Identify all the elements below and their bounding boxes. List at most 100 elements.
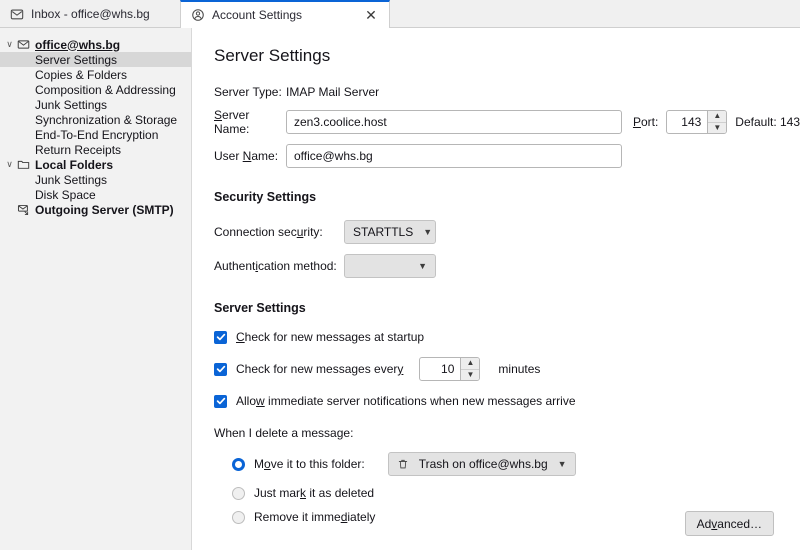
sidebar-item-outgoing-server-label: Outgoing Server (SMTP) [35, 202, 174, 217]
sidebar-item-end-to-end-encryption[interactable]: End-To-End Encryption [0, 127, 191, 142]
trash-folder-value: Trash on office@whs.bg [418, 457, 548, 471]
check-every-checkbox[interactable] [214, 362, 227, 376]
advanced-button-label: Advanced… [696, 516, 762, 531]
chevron-up-icon[interactable]: ▲ [461, 358, 480, 370]
sidebar-item-account-label: office@whs.bg [35, 37, 121, 52]
authentication-method-label: Authentication method: [214, 259, 337, 273]
advanced-button[interactable]: Advanced… [684, 511, 774, 536]
port-stepper[interactable]: 143 ▲ ▼ [666, 110, 728, 134]
sidebar-item-composition-addressing-label: Composition & Addressing [35, 82, 176, 97]
check-interval-value: 10 [441, 362, 455, 376]
close-icon[interactable]: ✕ [363, 7, 379, 23]
check-every-unit-label: minutes [498, 362, 541, 376]
security-settings-heading: Security Settings [214, 190, 317, 204]
sidebar-item-disk-space[interactable]: Disk Space [0, 187, 191, 202]
allow-notifications-checkbox[interactable] [214, 394, 227, 408]
server-name-value: zen3.coolice.host [294, 115, 387, 129]
port-value: 143 [681, 115, 702, 129]
delete-option-mark-radio[interactable] [232, 486, 245, 500]
port-stepper-buttons[interactable]: ▲ ▼ [707, 111, 727, 134]
chevron-up-icon[interactable]: ▲ [708, 111, 727, 123]
trash-folder-select[interactable]: Trash on office@whs.bg ▼ [387, 452, 576, 476]
sidebar-item-local-folders[interactable]: ∨ Local Folders [0, 157, 191, 172]
sidebar-item-copies-folders[interactable]: Copies & Folders [0, 67, 191, 82]
server-type-row: Server Type: IMAP Mail Server [214, 85, 800, 99]
sidebar-item-outgoing-server[interactable]: Outgoing Server (SMTP) [0, 202, 191, 217]
allow-notifications-label: Allow immediate server notifications whe… [236, 394, 576, 408]
delete-option-move-label: Move it to this folder: [254, 457, 365, 471]
sidebar-item-account[interactable]: ∨ office@whs.bg [0, 37, 191, 52]
delete-option-mark-label: Just mark it as deleted [254, 486, 375, 500]
delete-option-move-row[interactable]: Move it to this folder: Trash on office@… [214, 452, 800, 476]
delete-option-mark-row[interactable]: Just mark it as deleted [214, 486, 800, 500]
server-type-label: Server Type: [214, 85, 282, 99]
sidebar-item-junk-settings-label: Junk Settings [35, 97, 108, 112]
sidebar-item-disk-space-label: Disk Space [35, 187, 96, 202]
chevron-down-icon: ▼ [557, 459, 567, 469]
check-interval-stepper[interactable]: 10 ▲ ▼ [419, 357, 481, 381]
user-name-label: User Name: [214, 149, 279, 163]
sidebar-item-server-settings[interactable]: Server Settings [0, 52, 191, 67]
user-name-row: User Name: office@whs.bg [214, 144, 800, 168]
sidebar-item-return-receipts-label: Return Receipts [35, 142, 122, 157]
check-startup-row[interactable]: Check for new messages at startup [214, 330, 800, 344]
server-name-label: Server Name: [214, 108, 250, 136]
folder-icon [15, 158, 31, 171]
port-default-label: Default: 143 [735, 115, 800, 129]
delete-option-move-radio[interactable] [232, 457, 245, 471]
user-name-input[interactable]: office@whs.bg [286, 144, 622, 168]
mail-icon [10, 7, 24, 21]
advanced-button-wrapper: Advanced… [684, 511, 774, 536]
server-name-row: Server Name: zen3.coolice.host Port: 143… [214, 108, 800, 136]
smtp-server-icon [15, 203, 31, 216]
sidebar-item-junk-settings[interactable]: Junk Settings [0, 97, 191, 112]
allow-notifications-row[interactable]: Allow immediate server notifications whe… [214, 394, 800, 408]
check-interval-stepper-buttons[interactable]: ▲ ▼ [460, 358, 480, 381]
sidebar-item-composition-addressing[interactable]: Composition & Addressing [0, 82, 191, 97]
tab-inbox[interactable]: Inbox - office@whs.bg [0, 0, 180, 27]
authentication-method-select[interactable]: ▼ [344, 254, 436, 278]
check-startup-checkbox[interactable] [214, 330, 227, 344]
account-settings-icon [191, 8, 205, 22]
settings-main-panel: Server Settings Server Type: IMAP Mail S… [192, 28, 800, 550]
sidebar-item-local-folders-label: Local Folders [35, 157, 114, 172]
tab-bar: Inbox - office@whs.bg Account Settings ✕ [0, 0, 800, 28]
sidebar-item-synchronization-storage-label: Synchronization & Storage [35, 112, 178, 127]
connection-security-select[interactable]: STARTTLS ▼ [344, 220, 436, 244]
sidebar-item-local-junk-settings-label: Junk Settings [35, 172, 108, 187]
check-every-row[interactable]: Check for new messages every 10 ▲ ▼ minu… [214, 357, 800, 381]
chevron-down-icon: ▼ [418, 261, 427, 271]
settings-sidebar: ∨ office@whs.bg Server Settings Copies &… [0, 28, 192, 550]
sidebar-item-end-to-end-encryption-label: End-To-End Encryption [35, 127, 159, 142]
tab-account-settings-label: Account Settings [212, 8, 303, 22]
chevron-down-icon: ▼ [423, 227, 433, 237]
connection-security-label: Connection security: [214, 225, 323, 239]
tab-account-settings[interactable]: Account Settings ✕ [180, 0, 390, 28]
connection-security-row: Connection security: STARTTLS ▼ [214, 220, 800, 244]
server-type-value: IMAP Mail Server [286, 85, 380, 99]
server-name-input[interactable]: zen3.coolice.host [286, 110, 622, 134]
delete-option-remove-radio[interactable] [232, 510, 245, 524]
authentication-method-row: Authentication method: ▼ [214, 254, 800, 278]
sidebar-item-return-receipts[interactable]: Return Receipts [0, 142, 191, 157]
delete-option-remove-label: Remove it immediately [254, 510, 376, 524]
delete-message-heading: When I delete a message: [214, 426, 354, 440]
chevron-down-icon[interactable]: ▼ [461, 370, 479, 381]
server-settings-heading: Server Settings [214, 301, 306, 315]
page-title: Server Settings [214, 46, 331, 65]
user-name-value: office@whs.bg [294, 149, 373, 163]
chevron-down-icon[interactable]: ∨ [4, 159, 15, 170]
sidebar-item-copies-folders-label: Copies & Folders [35, 67, 128, 82]
connection-security-value: STARTTLS [353, 225, 414, 239]
sidebar-item-local-junk-settings[interactable]: Junk Settings [0, 172, 191, 187]
mail-account-icon [15, 38, 31, 51]
chevron-down-icon[interactable]: ▼ [708, 123, 726, 134]
trash-icon [397, 458, 409, 470]
sidebar-item-server-settings-label: Server Settings [35, 52, 118, 67]
port-label: Port: [632, 115, 659, 129]
chevron-down-icon[interactable]: ∨ [4, 39, 15, 50]
tab-inbox-label: Inbox - office@whs.bg [31, 6, 150, 21]
check-every-label: Check for new messages every [236, 362, 404, 376]
check-startup-label: Check for new messages at startup [236, 330, 425, 344]
sidebar-item-synchronization-storage[interactable]: Synchronization & Storage [0, 112, 191, 127]
